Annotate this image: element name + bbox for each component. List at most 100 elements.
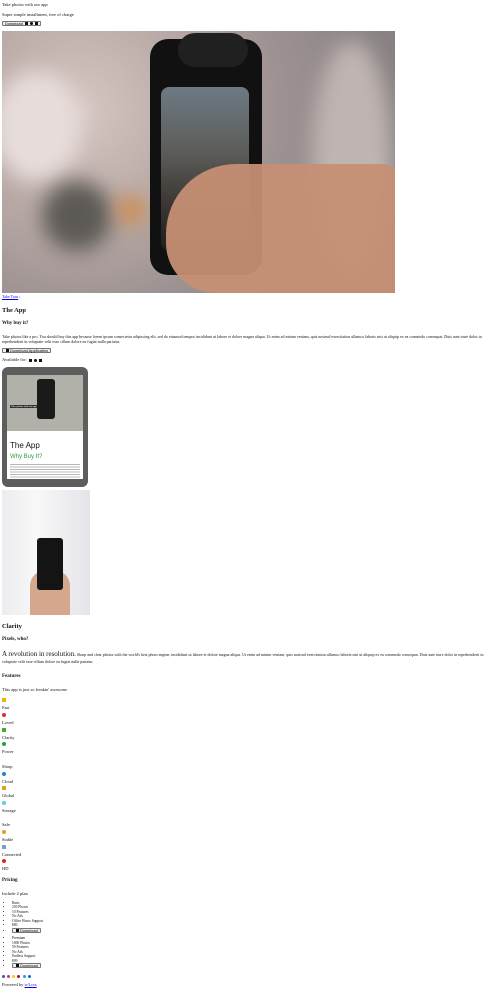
gem-icon [2,756,6,761]
feature-item: Cloud [2,771,497,785]
pricing-plans: Basic250 Photos10 FeaturesNo AdsOffice H… [2,901,497,969]
feature-label: Cloud [2,778,14,784]
feature-label: Fast [2,705,10,711]
take-tour-link[interactable]: Take Tour › [2,294,497,299]
instagram-icon[interactable] [7,975,11,979]
feature-item: Sharp [2,756,497,770]
feature-item: Loved [2,713,497,726]
feature-item: Global [2,786,497,799]
tablet-image-label: Take photos with our app [10,404,38,408]
tablet-why-label: Why Buy It? [10,453,43,460]
download-application-button[interactable]: Download Application [2,347,52,353]
clarity-subtitle: Pixels, who? [2,637,29,642]
app-title: The App [2,306,27,314]
features-list: Fast Loved Clarity Power Sharp Cloud Global Sto… [2,698,497,872]
download-button[interactable]: Download [2,21,41,27]
lens-attachment [178,32,248,67]
windows-icon [34,22,38,26]
pricing-plan: Premium1000 Photos50 FeaturesNo AdsEndle… [2,936,497,969]
features-intro: This app is just so freakin' awesome [2,686,68,692]
facebook-icon[interactable] [2,975,5,979]
tablet-body-lines [10,463,80,478]
feature-label: Power [2,749,14,755]
hero-image [2,30,395,293]
clarity-paragraph: A revolution in resolution. Sharp and cl… [2,650,497,664]
hd-icon [2,859,6,864]
feature-label: Stable [2,837,14,843]
clarity-title: Clarity [2,622,22,630]
tablet-photo: Take photos with our app [7,374,83,431]
clarity-phone [37,537,63,590]
heart-icon [2,713,6,718]
feature-item: HD [2,859,497,872]
plan-download-button[interactable]: Download [12,963,41,969]
feature-item: Stable [2,830,497,843]
chevron-right-icon: › [19,293,21,299]
feature-item: Power [2,742,497,755]
w3css-link[interactable]: w3.css [25,982,37,987]
apple-icon [29,22,33,26]
plan-download-item: Download [12,963,497,969]
bolt-icon [2,698,6,703]
features-title: Features [2,673,21,679]
feature-item: Fast [2,698,497,711]
clarity-lead: A revolution in resolution. [2,650,76,659]
feature-label: Loved [2,720,14,726]
download-icon [16,928,19,932]
feature-label: Sharp [2,763,13,769]
tablet-mockup: Take photos with our app The App Why Buy… [2,366,88,487]
download-application-label: Download Application [10,347,49,353]
feature-label: Storage [2,807,16,813]
battery-icon [2,742,6,747]
snapchat-icon[interactable] [12,975,16,979]
pricing-plan: Basic250 Photos10 FeaturesNo AdsOffice H… [2,901,497,933]
feature-item: Clarity [2,727,497,741]
hand-illustration [166,163,395,293]
tagline: Take photos with our app [2,2,48,7]
available-for: Available for: [2,357,497,363]
stable-icon [2,830,6,835]
download-icon [6,348,9,352]
pricing-title: Pricing [2,877,18,883]
available-for-text: Available for: [2,357,27,363]
feature-label: Global [2,793,15,799]
twitter-icon[interactable] [22,975,26,979]
subline: Super simple installment, free of charge [2,11,74,17]
take-tour-text: Take Tour [2,293,19,299]
pricing-intro: Include 2 plan [2,891,28,897]
plan-download-label: Download [20,963,38,969]
linkedin-icon[interactable] [27,975,31,979]
android-icon [28,358,32,362]
apple-icon [34,358,38,362]
app-subtitle: Why buy it? [2,321,29,326]
pinterest-icon[interactable] [17,975,21,979]
feature-item: Storage [2,800,497,814]
feature-item: Connected [2,844,497,858]
download-label: Download [5,21,23,27]
download-icon [16,964,19,968]
star-icon [2,727,6,732]
shield-icon [2,815,6,820]
social-icons [2,974,497,980]
windows-icon [39,358,43,362]
feature-label: Clarity [2,734,15,740]
powered-by-text: Powered by [2,982,24,988]
app-body: Take photos like a pro. You should buy t… [2,334,482,345]
globe-icon [2,786,6,791]
feature-label: HD [2,866,9,872]
wifi-icon [2,844,6,849]
tablet-screen: Take photos with our app The App Why Buy… [7,374,83,479]
tablet-app-label: The App [10,440,40,450]
cloud-icon [2,771,6,776]
storage-icon [2,800,6,805]
plan-download-item: Download [12,927,497,933]
plan-download-label: Download [20,927,38,933]
clarity-image [2,489,90,615]
feature-label: Connected [2,851,22,857]
feature-item: Safe [2,815,497,828]
plan-download-button[interactable]: Download [12,927,41,933]
feature-label: Safe [2,822,10,828]
powered-by: Powered by w3.css [2,982,497,988]
tablet-phone [37,378,55,419]
android-icon [24,22,28,26]
